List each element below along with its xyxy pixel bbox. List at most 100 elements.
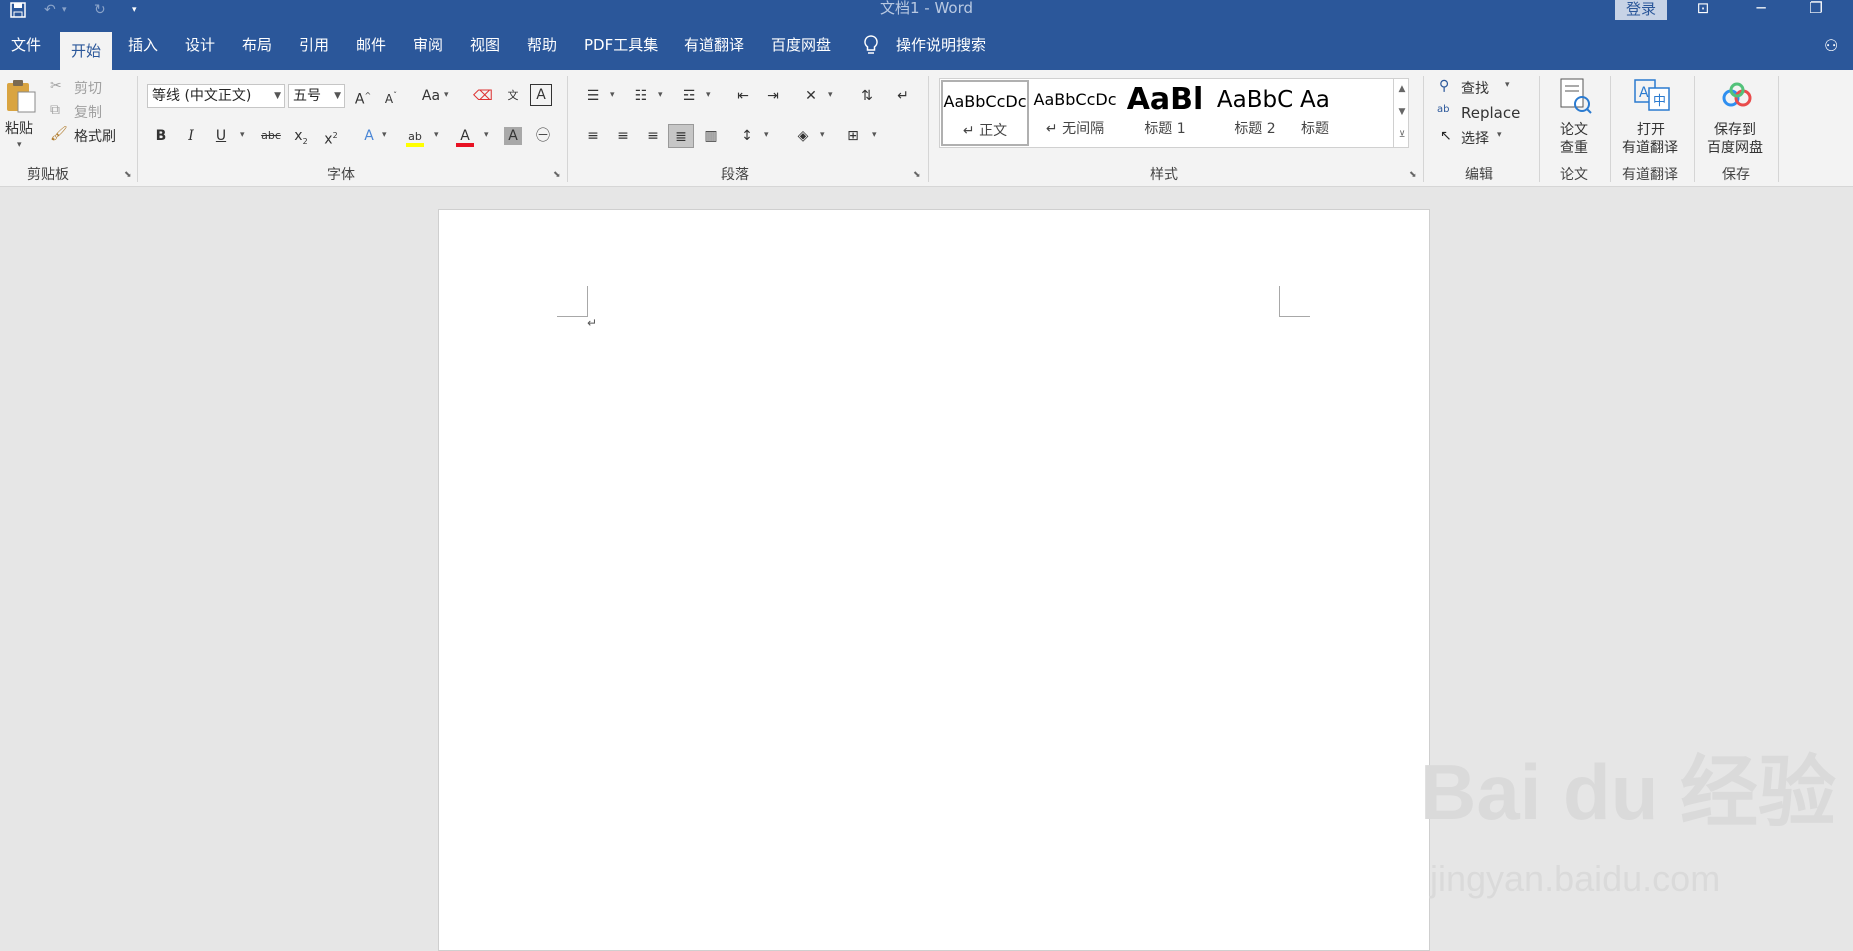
cut-button[interactable]: 剪切 (74, 78, 102, 98)
character-shading-icon[interactable]: A (504, 127, 522, 145)
tab-youdao[interactable]: 有道翻译 (673, 20, 755, 70)
select-dropdown-icon[interactable]: ▾ (1497, 130, 1502, 140)
style-no-spacing[interactable]: AaBbCcDc ↵ 无间隔 (1031, 80, 1119, 146)
text-effects-icon[interactable]: A (356, 124, 382, 148)
multilevel-list-icon[interactable]: ☲ (676, 84, 702, 108)
youdao-line1[interactable]: 打开 (1637, 119, 1665, 139)
grow-font-icon[interactable]: A^ (350, 84, 376, 108)
find-button[interactable]: 查找 (1461, 78, 1489, 98)
find-dropdown-icon[interactable]: ▾ (1505, 80, 1510, 90)
ribbon-display-icon[interactable]: ⊡ (1680, 0, 1726, 20)
justify-icon[interactable]: ≣ (668, 124, 694, 148)
select-button[interactable]: 选择 (1461, 128, 1489, 148)
tab-review[interactable]: 审阅 (402, 20, 454, 70)
font-size-combo[interactable]: 五号 ▼ (288, 84, 345, 108)
tab-baidu-netdisk[interactable]: 百度网盘 (760, 20, 842, 70)
chinese-layout-icon[interactable]: ✕ (798, 84, 824, 108)
numbering-dropdown-icon[interactable]: ▾ (658, 90, 663, 100)
align-right-icon[interactable]: ≡ (640, 124, 666, 148)
bullets-dropdown-icon[interactable]: ▾ (610, 90, 615, 100)
line-spacing-dropdown-icon[interactable]: ▾ (764, 130, 769, 140)
show-marks-icon[interactable]: ↵ (890, 84, 916, 108)
style-heading-2[interactable]: AaBbC 标题 2 (1211, 80, 1299, 146)
watermark-url: jingyan.baidu.com (1430, 858, 1721, 899)
tab-home[interactable]: 开始 (60, 32, 113, 70)
style-normal[interactable]: AaBbCcDc ↵ 正文 (941, 80, 1029, 146)
subscript-icon[interactable]: x2 (288, 124, 314, 148)
change-case-dropdown-icon[interactable]: ▾ (444, 90, 449, 100)
paste-icon[interactable] (4, 78, 38, 114)
style-title[interactable]: AaBbC 标题 (1300, 80, 1330, 146)
youdao-translate-icon[interactable]: A中 (1633, 78, 1671, 112)
tab-view[interactable]: 视图 (459, 20, 511, 70)
strikethrough-icon[interactable]: abc (258, 124, 284, 148)
style-heading-1[interactable]: AaBl 标题 1 (1121, 80, 1209, 146)
clipboard-launcher-icon[interactable]: ⬊ (124, 170, 134, 180)
login-button[interactable]: 登录 (1615, 0, 1667, 20)
tab-mailings[interactable]: 邮件 (345, 20, 397, 70)
highlight-icon[interactable]: ab (402, 124, 428, 148)
superscript-icon[interactable]: x2 (318, 124, 344, 148)
baidu-line2[interactable]: 百度网盘 (1707, 137, 1763, 157)
font-name-combo[interactable]: 等线 (中文正文) ▼ (147, 84, 285, 108)
scroll-down-icon[interactable]: ▼ (1394, 101, 1410, 124)
styles-launcher-icon[interactable]: ⬊ (1409, 170, 1419, 180)
highlight-dropdown-icon[interactable]: ▾ (434, 130, 439, 140)
borders-dropdown-icon[interactable]: ▾ (872, 130, 877, 140)
text-effects-dropdown-icon[interactable]: ▾ (382, 130, 387, 140)
paste-label[interactable]: 粘贴 (5, 118, 33, 138)
change-case-icon[interactable]: Aa (418, 84, 444, 108)
document-page[interactable]: ↵ (438, 209, 1430, 951)
baidu-line1[interactable]: 保存到 (1714, 119, 1756, 139)
paragraph-launcher-icon[interactable]: ⬊ (913, 170, 923, 180)
share-icon[interactable]: ⚇ (1824, 36, 1838, 55)
chinese-layout-dropdown-icon[interactable]: ▾ (828, 90, 833, 100)
distributed-icon[interactable]: ▥ (698, 124, 724, 148)
paper-check-line1[interactable]: 论文 (1560, 119, 1588, 139)
clear-formatting-icon[interactable]: ⌫ (470, 84, 496, 108)
font-launcher-icon[interactable]: ⬊ (553, 170, 563, 180)
line-spacing-icon[interactable]: ↕ (734, 124, 760, 148)
tab-references[interactable]: 引用 (288, 20, 340, 70)
numbering-icon[interactable]: ☷ (628, 84, 654, 108)
tab-pdf-tools[interactable]: PDF工具集 (573, 20, 669, 70)
phonetic-guide-icon[interactable]: 文 (500, 84, 526, 108)
enclose-characters-icon[interactable]: ㊀ (530, 124, 556, 148)
font-color-icon[interactable]: A (452, 124, 478, 148)
minimize-icon[interactable]: ─ (1738, 0, 1784, 20)
format-painter-button[interactable]: 格式刷 (74, 126, 116, 146)
baidu-netdisk-icon[interactable] (1722, 82, 1752, 108)
tab-help[interactable]: 帮助 (516, 20, 568, 70)
decrease-indent-icon[interactable]: ⇤ (730, 84, 756, 108)
replace-button[interactable]: Replace (1461, 104, 1520, 122)
restore-icon[interactable]: ❐ (1793, 0, 1839, 20)
tab-design[interactable]: 设计 (174, 20, 226, 70)
copy-button[interactable]: 复制 (74, 102, 102, 122)
paper-check-line2[interactable]: 查重 (1560, 137, 1588, 157)
tell-me-search[interactable]: 操作说明搜索 (885, 20, 997, 70)
tab-insert[interactable]: 插入 (117, 20, 169, 70)
align-center-icon[interactable]: ≡ (610, 124, 636, 148)
paper-check-icon[interactable] (1558, 78, 1592, 114)
italic-icon[interactable]: I (178, 124, 204, 148)
tab-layout[interactable]: 布局 (231, 20, 283, 70)
shrink-font-icon[interactable]: Aˇ (378, 84, 404, 108)
shading-dropdown-icon[interactable]: ▾ (820, 130, 825, 140)
sort-icon[interactable]: ⇅ (854, 84, 880, 108)
font-color-dropdown-icon[interactable]: ▾ (484, 130, 489, 140)
tab-file[interactable]: 文件 (0, 20, 52, 70)
bullets-icon[interactable]: ☰ (580, 84, 606, 108)
borders-icon[interactable]: ⊞ (840, 124, 866, 148)
align-left-icon[interactable]: ≡ (580, 124, 606, 148)
scroll-up-icon[interactable]: ▲ (1394, 78, 1410, 101)
expand-gallery-icon[interactable]: ⊻ (1394, 124, 1410, 147)
underline-dropdown-icon[interactable]: ▾ (240, 130, 245, 140)
bold-icon[interactable]: B (148, 124, 174, 148)
shading-icon[interactable]: ◈ (790, 124, 816, 148)
increase-indent-icon[interactable]: ⇥ (760, 84, 786, 108)
multilevel-list-dropdown-icon[interactable]: ▾ (706, 90, 711, 100)
youdao-line2[interactable]: 有道翻译 (1622, 137, 1678, 157)
paste-dropdown-icon[interactable]: ▾ (17, 140, 22, 150)
underline-icon[interactable]: U (208, 124, 234, 148)
character-border-icon[interactable]: A (530, 84, 552, 106)
